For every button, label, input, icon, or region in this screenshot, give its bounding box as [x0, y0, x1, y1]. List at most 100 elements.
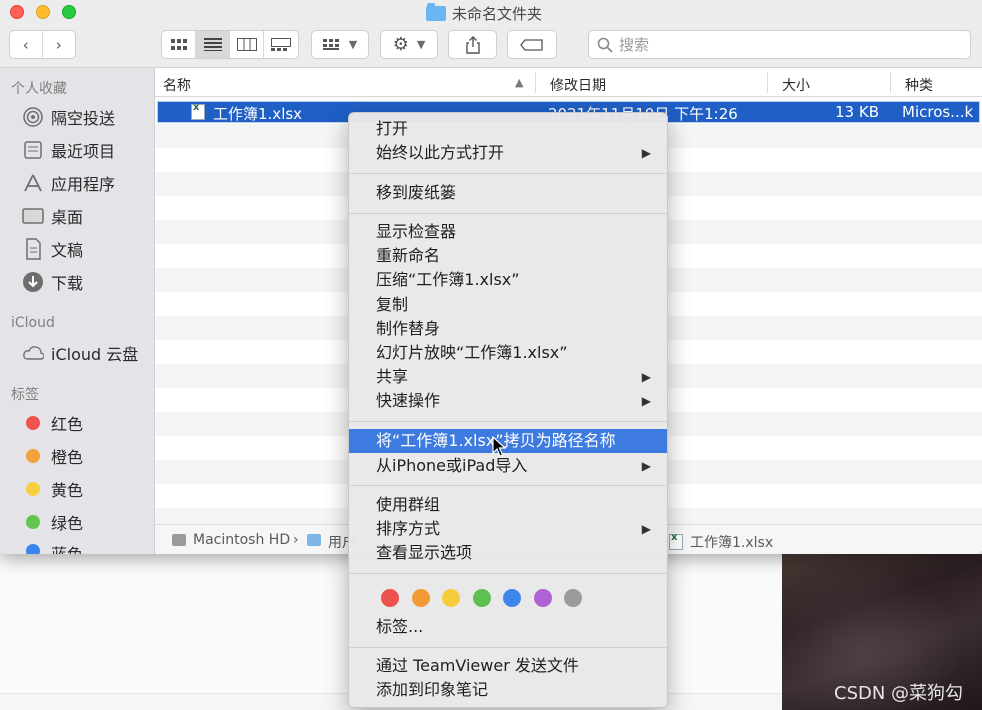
documents-icon	[22, 238, 44, 260]
sidebar-item-airdrop[interactable]: 隔空投送	[22, 105, 115, 129]
menu-item-quick-actions[interactable]: 快速操作 ▶	[349, 389, 667, 413]
path-file[interactable]: 工作簿1.xlsx	[690, 532, 773, 552]
menu-item-label: 排序方式	[376, 519, 441, 538]
menu-item-tags[interactable]: 标签...	[349, 615, 667, 639]
sidebar-item-label: iCloud 云盘	[51, 345, 139, 364]
menu-item-label: 从iPhone或iPad导入	[376, 456, 528, 475]
tag-color-red[interactable]	[381, 589, 399, 607]
tag-icon	[520, 38, 543, 51]
file-size: 13 KB	[835, 103, 879, 121]
tag-color-yellow[interactable]	[442, 589, 460, 607]
menu-item-view-options[interactable]: 查看显示选项	[349, 541, 667, 565]
group-by-button[interactable]: ▼	[311, 30, 369, 59]
menu-item-sort-by[interactable]: 排序方式 ▶	[349, 517, 667, 541]
mouse-pointer-icon	[492, 436, 506, 457]
excel-file-icon	[191, 102, 205, 120]
sidebar-tag-green[interactable]: 绿色	[22, 510, 83, 534]
icon-view-button[interactable]	[162, 31, 196, 58]
menu-item-rename[interactable]: 重新命名	[349, 244, 667, 268]
menu-separator	[349, 213, 667, 214]
close-button[interactable]	[10, 5, 24, 19]
sidebar-item-icloud-drive[interactable]: iCloud 云盘	[22, 341, 138, 365]
sidebar-item-documents[interactable]: 文稿	[22, 237, 83, 261]
menu-item-use-groups[interactable]: 使用群组	[349, 493, 667, 517]
sidebar-item-label: 橙色	[51, 448, 84, 467]
menu-item-share[interactable]: 共享 ▶	[349, 365, 667, 389]
green-tag-dot-icon	[26, 515, 40, 529]
action-button[interactable]: ⚙ ▼	[380, 30, 438, 59]
column-headers: 名称 ▲ 修改日期 大小 种类	[155, 68, 982, 97]
sidebar-item-desktop[interactable]: 桌面	[22, 204, 83, 228]
sidebar-item-recents[interactable]: 最近项目	[22, 138, 115, 162]
submenu-arrow-icon: ▶	[641, 394, 651, 408]
toolbar: 未命名文件夹 ‹ › ▼ ⚙ ▼ 搜索	[0, 0, 982, 68]
menu-item-label: 快速操作	[376, 391, 441, 410]
menu-item-open-with[interactable]: 始终以此方式打开 ▶	[349, 141, 667, 165]
menu-item-label: 共享	[376, 367, 409, 386]
folder-icon	[426, 3, 446, 21]
sidebar-item-label: 最近项目	[51, 142, 116, 161]
menu-separator	[349, 647, 667, 648]
forward-button[interactable]: ›	[43, 31, 75, 58]
sidebar-item-label: 绿色	[51, 514, 84, 533]
list-view-button[interactable]	[196, 31, 230, 58]
menu-item-evernote[interactable]: 添加到印象笔记	[349, 678, 667, 702]
search-field[interactable]: 搜索	[588, 30, 971, 59]
zoom-button[interactable]	[62, 5, 76, 19]
search-icon	[597, 37, 613, 53]
column-view-button[interactable]	[230, 31, 264, 58]
sidebar-item-label: 蓝色	[51, 541, 83, 554]
menu-item-teamviewer[interactable]: 通过 TeamViewer 发送文件	[349, 654, 667, 678]
red-tag-dot-icon	[26, 416, 40, 430]
sidebar-item-downloads[interactable]: 下载	[22, 270, 83, 294]
column-header-modified[interactable]: 修改日期	[550, 75, 606, 95]
tags-button[interactable]	[507, 30, 557, 59]
menu-item-duplicate[interactable]: 复制	[349, 293, 667, 317]
column-header-size[interactable]: 大小	[782, 75, 810, 95]
tag-color-purple[interactable]	[534, 589, 552, 607]
sidebar-tag-orange[interactable]: 橙色	[22, 444, 83, 468]
excel-file-icon	[669, 532, 683, 550]
menu-item-show-inspector[interactable]: 显示检查器	[349, 220, 667, 244]
sidebar-tag-blue[interactable]: 蓝色	[22, 541, 83, 554]
chevron-down-icon: ▼	[348, 38, 358, 51]
tag-color-gray[interactable]	[564, 589, 582, 607]
column-header-kind[interactable]: 种类	[905, 75, 933, 95]
sort-ascending-icon: ▲	[515, 76, 524, 89]
tag-color-green[interactable]	[473, 589, 491, 607]
applications-icon	[22, 172, 44, 194]
minimize-button[interactable]	[36, 5, 50, 19]
sidebar-item-applications[interactable]: 应用程序	[22, 171, 115, 195]
path-disk[interactable]: Macintosh HD	[193, 532, 290, 548]
hard-disk-icon	[172, 534, 186, 546]
tag-color-blue[interactable]	[503, 589, 521, 607]
sidebar-item-label: 隔空投送	[51, 109, 116, 128]
orange-tag-dot-icon	[26, 449, 40, 463]
window-title: 未命名文件夹	[426, 3, 542, 24]
menu-item-make-alias[interactable]: 制作替身	[349, 317, 667, 341]
menu-separator	[349, 485, 667, 486]
back-button[interactable]: ‹	[10, 31, 43, 58]
group-grid-icon	[322, 38, 339, 50]
menu-item-compress[interactable]: 压缩“工作簿1.xlsx”	[349, 268, 667, 292]
sidebar-tag-yellow[interactable]: 黄色	[22, 477, 83, 501]
tag-color-orange[interactable]	[412, 589, 430, 607]
share-button[interactable]	[448, 30, 497, 59]
menu-item-import-from-iphone[interactable]: 从iPhone或iPad导入 ▶	[349, 454, 667, 478]
sidebar-item-label: 红色	[51, 415, 84, 434]
gallery-view-button[interactable]	[264, 31, 298, 58]
menu-item-copy-as-pathname[interactable]: 将“工作簿1.xlsx”拷贝为路径名称	[349, 429, 667, 453]
sidebar-item-label: 文稿	[51, 241, 84, 260]
icloud-header: iCloud	[11, 315, 55, 331]
menu-item-open[interactable]: 打开	[349, 117, 667, 141]
column-header-name[interactable]: 名称	[163, 75, 191, 95]
file-name: 工作簿1.xlsx	[213, 105, 303, 123]
menu-item-move-to-trash[interactable]: 移到废纸篓	[349, 181, 667, 205]
tags-header: 标签	[11, 387, 39, 403]
users-folder-icon	[307, 534, 321, 546]
grid-icon	[170, 38, 187, 50]
context-menu: 打开 始终以此方式打开 ▶ 移到废纸篓 显示检查器 重新命名 压缩“工作簿1.x…	[348, 112, 668, 708]
sidebar-tag-red[interactable]: 红色	[22, 411, 83, 435]
menu-item-slideshow[interactable]: 幻灯片放映“工作簿1.xlsx”	[349, 341, 667, 365]
submenu-arrow-icon: ▶	[641, 459, 651, 473]
